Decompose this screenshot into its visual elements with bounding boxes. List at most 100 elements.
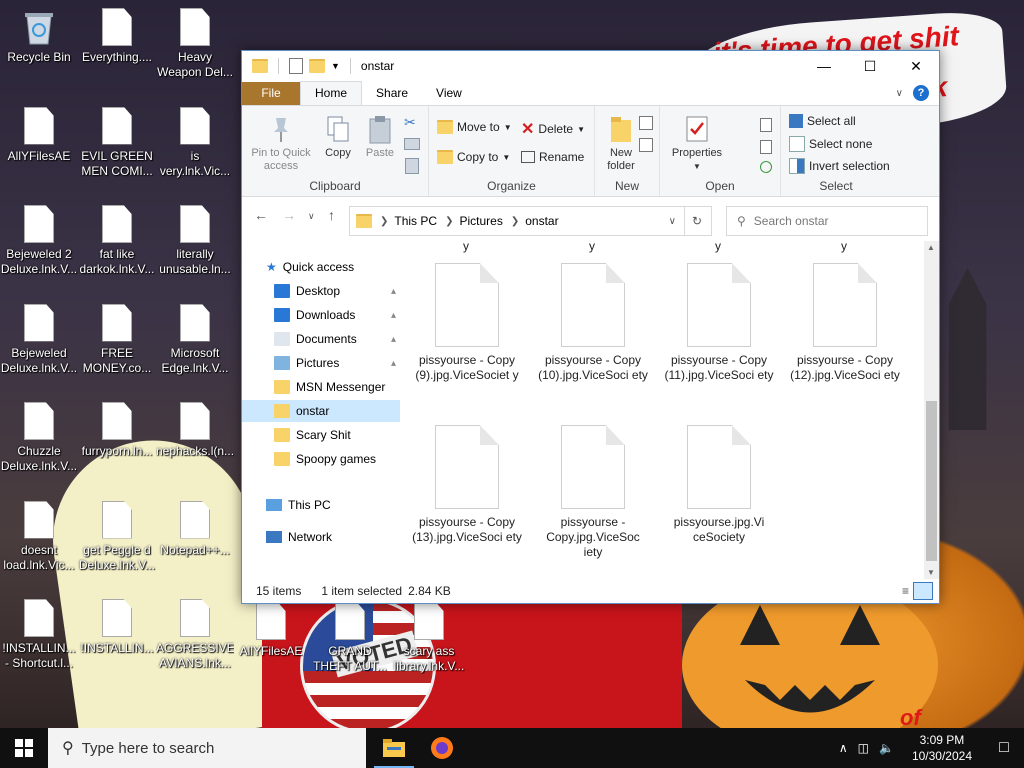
easy-access-icon[interactable] xyxy=(639,138,653,152)
network-icon[interactable]: ◫ xyxy=(858,741,869,755)
paste-shortcut-icon[interactable] xyxy=(405,158,419,174)
file-item[interactable]: pissyourse - Copy (9).jpg.ViceSociet y xyxy=(412,263,522,383)
edit-icon[interactable] xyxy=(760,140,772,154)
nav-network[interactable]: Network xyxy=(242,526,400,548)
up-arrow-icon[interactable]: ↑ xyxy=(328,207,335,223)
new-item-icon[interactable] xyxy=(639,116,653,130)
tab-home[interactable]: Home xyxy=(300,81,363,105)
desktop-icon[interactable]: literally unusable.ln... xyxy=(156,205,234,277)
new-folder-button[interactable]: New folder xyxy=(601,114,641,173)
desktop-icon[interactable]: fat like darkok.lnk.V... xyxy=(78,205,156,277)
cut-icon[interactable]: ✂ xyxy=(404,114,416,131)
address-bar[interactable]: ❯ This PC ❯ Pictures ❯ onstar ∨ xyxy=(349,206,685,236)
nav-item-msn-messenger[interactable]: MSN Messenger xyxy=(242,376,400,398)
nav-item-documents[interactable]: Documents ▴ xyxy=(242,328,400,350)
desktop-icon[interactable]: AllYFilesAE xyxy=(0,106,78,164)
desktop-icon[interactable]: nephacks.l(n... xyxy=(156,402,234,459)
breadcrumb-pictures[interactable]: Pictures xyxy=(459,214,502,228)
breadcrumb-onstar[interactable]: onstar xyxy=(525,214,558,228)
minimize-button[interactable]: — xyxy=(801,51,847,81)
copy-button[interactable]: Copy xyxy=(318,114,358,160)
desktop-icon[interactable]: Heavy Weapon Del... xyxy=(156,8,234,80)
desktop-icon[interactable]: is very.lnk.Vic... xyxy=(156,106,234,179)
desktop-icon[interactable]: get Peggle d Deluxe.lnk.V... xyxy=(78,500,156,573)
taskbar-search-box[interactable]: ⚲ Type here to search xyxy=(48,728,366,768)
desktop-icon[interactable]: FREE MONEY.co... xyxy=(78,303,156,376)
nav-item-downloads[interactable]: Downloads ▴ xyxy=(242,304,400,326)
desktop-icon[interactable]: Chuzzle Deluxe.lnk.V... xyxy=(0,402,78,474)
desktop-icon[interactable]: furryporn.ln... xyxy=(78,402,156,459)
desktop-icon[interactable]: EVIL GREEN MEN COMI... xyxy=(78,106,156,179)
file-item[interactable]: pissyourse - Copy (10).jpg.ViceSoci ety xyxy=(538,263,648,383)
nav-item-spoopy-games[interactable]: Spoopy games xyxy=(242,448,400,470)
close-button[interactable]: ✕ xyxy=(893,51,939,81)
desktop-icon[interactable]: scary ass library.lnk.V... xyxy=(390,602,468,674)
pin-quick-access-button[interactable]: Pin to Quick access xyxy=(246,114,316,173)
start-button[interactable] xyxy=(0,728,48,768)
details-view-icon[interactable]: ≡ xyxy=(902,584,909,598)
desktop-icon[interactable]: Everything.... xyxy=(78,8,156,65)
desktop-icon[interactable]: !INSTALLIN... - Shortcut.l... xyxy=(0,599,78,671)
tab-view[interactable]: View xyxy=(422,82,476,105)
open-icon[interactable] xyxy=(760,118,772,132)
select-none-button[interactable]: Select none xyxy=(789,136,872,152)
file-item[interactable]: pissyourse - Copy (13).jpg.ViceSoci ety xyxy=(412,425,522,545)
desktop-icon[interactable]: doesnt load.lnk.Vic... xyxy=(0,500,78,573)
file-item[interactable]: pissyourse - Copy (11).jpg.ViceSoci ety xyxy=(664,263,774,383)
desktop-icon[interactable]: GRAND THEFT AUT... xyxy=(311,602,389,674)
select-all-button[interactable]: Select all xyxy=(789,114,856,128)
properties-qa-icon[interactable] xyxy=(289,58,303,74)
desktop-icon-recycle-bin[interactable]: Recycle Bin xyxy=(0,8,78,65)
address-dropdown-icon[interactable]: ∨ xyxy=(669,216,676,227)
desktop-icon[interactable]: Microsoft Edge.lnk.V... xyxy=(156,303,234,376)
invert-selection-button[interactable]: Invert selection xyxy=(789,158,890,174)
search-input[interactable]: ⚲ Search onstar xyxy=(726,206,928,236)
file-item[interactable]: pissyourse - Copy (12).jpg.ViceSoci ety xyxy=(790,263,900,383)
notification-center-icon[interactable]: □ xyxy=(984,739,1024,757)
desktop-icon[interactable]: AllYFilesAE xyxy=(232,602,310,659)
nav-item-desktop[interactable]: Desktop ▴ xyxy=(242,280,400,302)
breadcrumb-this-pc[interactable]: This PC xyxy=(394,214,437,228)
back-arrow-icon[interactable]: ← xyxy=(254,207,268,223)
copy-to-button[interactable]: Copy to ▼ xyxy=(437,150,510,164)
volume-icon[interactable]: 🔈 xyxy=(879,741,894,755)
nav-item-onstar[interactable]: onstar xyxy=(242,400,400,422)
forward-arrow-icon[interactable]: → xyxy=(282,207,296,223)
desktop-icon[interactable]: !INSTALLIN... xyxy=(78,599,156,656)
maximize-button[interactable]: ☐ xyxy=(847,51,893,81)
properties-button[interactable]: Properties ▼ xyxy=(668,114,726,173)
move-to-button[interactable]: Move to ▼ xyxy=(437,120,512,134)
large-icons-view-icon[interactable] xyxy=(913,582,933,600)
qa-dropdown-icon[interactable]: ▼ xyxy=(331,61,340,71)
tab-share[interactable]: Share xyxy=(362,82,422,105)
desktop-icon[interactable]: AGGRESSIVE AVIANS.lnk... xyxy=(156,599,234,671)
title-bar[interactable]: ▼ onstar — ☐ ✕ xyxy=(242,51,939,81)
rename-button[interactable]: Rename xyxy=(521,150,584,164)
nav-item-pictures[interactable]: Pictures ▴ xyxy=(242,352,400,374)
tab-file[interactable]: File xyxy=(242,82,300,105)
new-folder-qa-icon[interactable] xyxy=(309,59,325,73)
nav-item-scary-shit[interactable]: Scary Shit xyxy=(242,424,400,446)
scrollbar-thumb[interactable] xyxy=(926,401,937,561)
ribbon-expand-icon[interactable]: ∨ xyxy=(896,88,903,99)
file-item[interactable]: pissyourse.jpg.Vi ceSociety xyxy=(664,425,774,545)
refresh-button[interactable]: ↻ xyxy=(683,206,712,236)
taskbar-file-explorer[interactable] xyxy=(370,728,418,768)
clock[interactable]: 3:09 PM 10/30/2024 xyxy=(912,732,972,764)
recent-locations-icon[interactable]: ∨ xyxy=(308,211,315,222)
desktop-icon-label: Bejeweled 2 Deluxe.lnk.V... xyxy=(0,247,78,276)
nav-this-pc[interactable]: This PC xyxy=(242,494,400,516)
copy-path-icon[interactable] xyxy=(404,138,420,150)
history-icon[interactable] xyxy=(760,161,772,173)
help-icon[interactable]: ? xyxy=(913,85,929,101)
desktop-icon[interactable]: Bejeweled 2 Deluxe.lnk.V... xyxy=(0,205,78,277)
delete-button[interactable]: ✕ Delete ▼ xyxy=(521,119,585,139)
file-item[interactable]: pissyourse - Copy.jpg.ViceSoc iety xyxy=(538,425,648,560)
paste-button[interactable]: Paste xyxy=(360,114,400,160)
show-hidden-icons-chevron[interactable]: ∧ xyxy=(839,741,848,755)
desktop-icon[interactable]: Bejeweled Deluxe.lnk.V... xyxy=(0,303,78,376)
nav-quick-access[interactable]: ★ Quick access xyxy=(242,256,400,278)
desktop-icon[interactable]: Notepad++... xyxy=(156,500,234,558)
taskbar-firefox[interactable] xyxy=(418,728,466,768)
vertical-scrollbar[interactable]: ▲ ▼ xyxy=(924,241,939,579)
